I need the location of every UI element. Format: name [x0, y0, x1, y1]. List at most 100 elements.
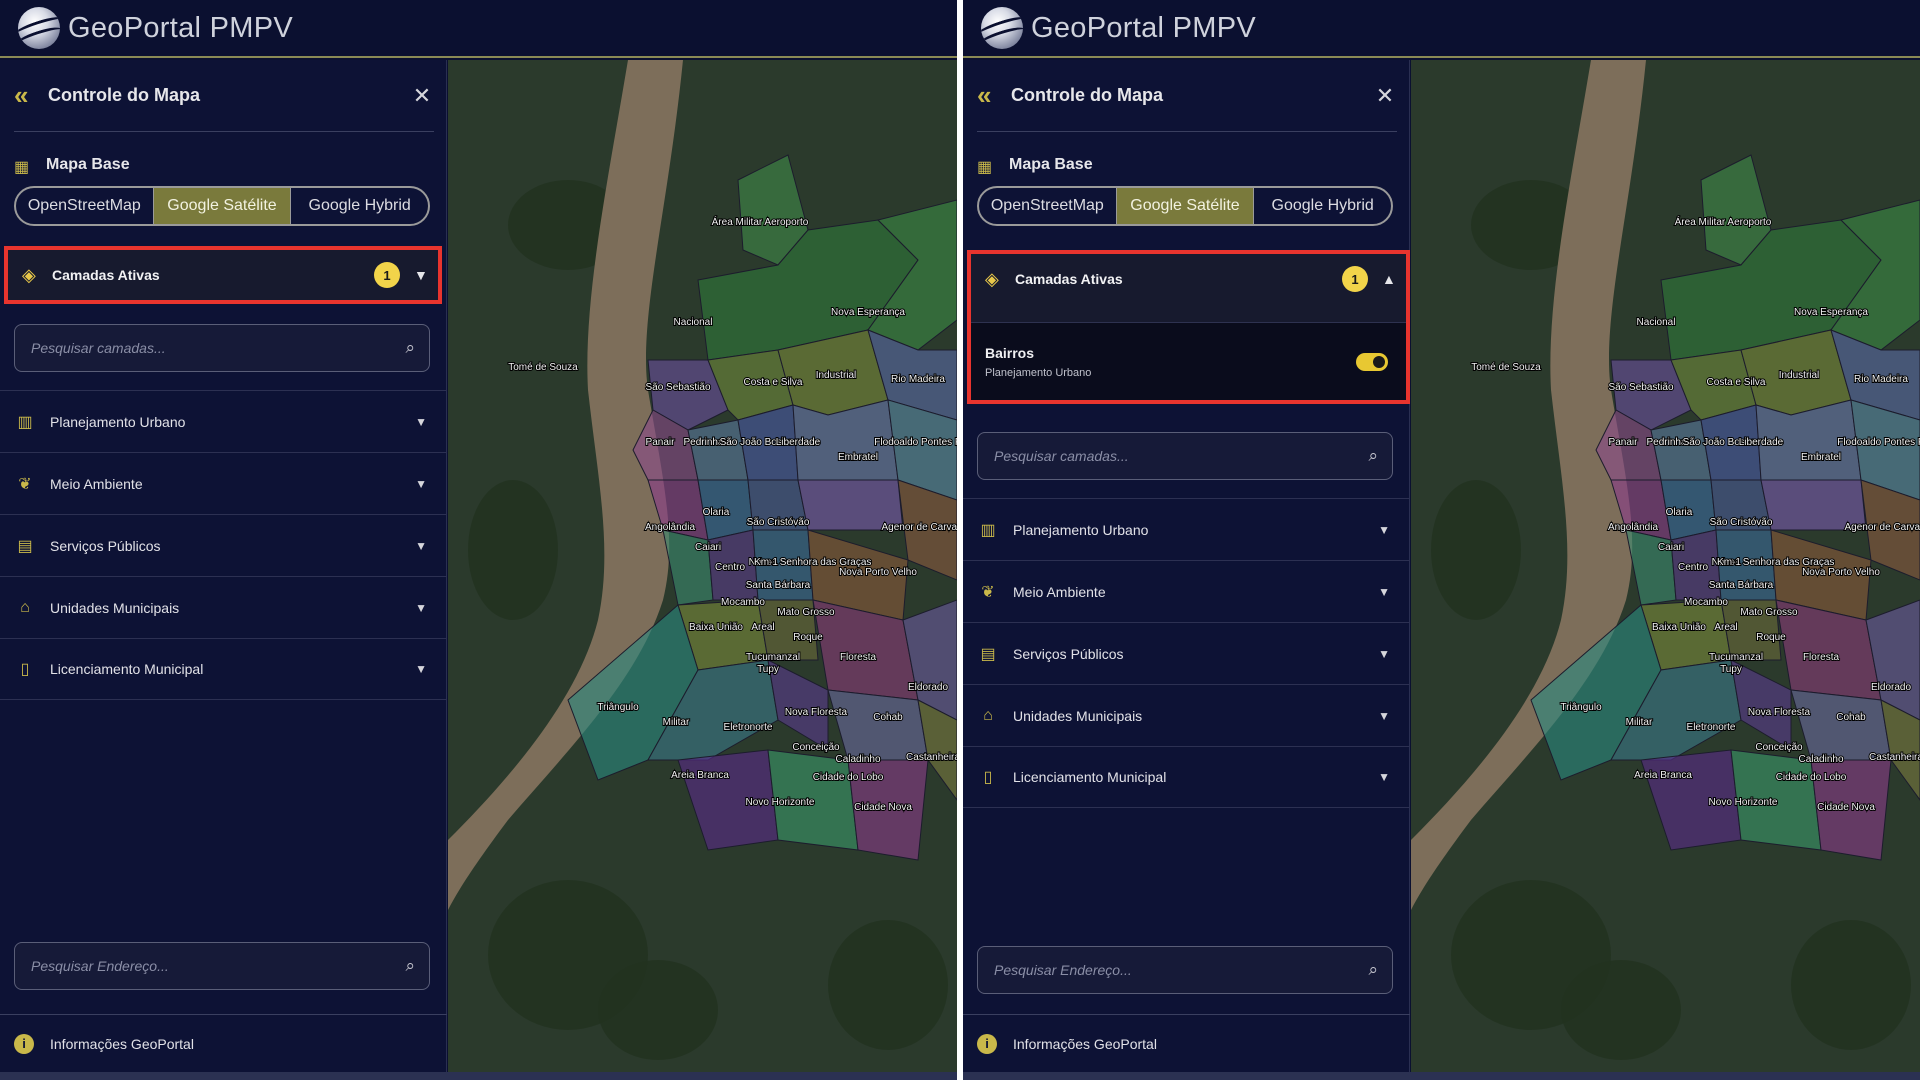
map-place-label: Mato Grosso — [1740, 607, 1798, 618]
city-icon: ▥ — [17, 413, 33, 431]
active-layers-header[interactable]: ◈ Camadas Ativas 1 ▼ — [8, 250, 438, 300]
map-place-label: Mocambo — [721, 597, 765, 608]
category-licenciamento-municipal[interactable]: ▯ Licenciamento Municipal ▼ — [963, 746, 1410, 808]
layers-icon: ◈ — [985, 268, 999, 289]
active-layers-label: Camadas Ativas — [1015, 271, 1123, 287]
layer-search-input[interactable] — [31, 340, 406, 356]
map-place-label: Agenor de Carvalho — [1845, 522, 1920, 533]
globe-logo-icon — [981, 7, 1023, 49]
map-place-label: Nova Floresta — [1748, 707, 1811, 718]
active-layers-header[interactable]: ◈ Camadas Ativas 1 ▲ — [971, 254, 1406, 304]
category-unidades-municipais[interactable]: ⌂ Unidades Municipais ▼ — [0, 576, 447, 638]
map-place-label: Cidade Nova — [854, 802, 912, 813]
layer-search-field: ⌕ — [977, 432, 1393, 480]
map-place-label: Rio Madeira — [1854, 374, 1908, 385]
category-meio-ambiente[interactable]: ❦ Meio Ambiente ▼ — [0, 452, 447, 514]
map-place-label: Santa Bárbara — [1709, 580, 1774, 591]
map-icon: ▦ — [977, 159, 993, 176]
panel-header: « Controle do Mapa ✕ — [14, 60, 434, 132]
map-place-label: Liberdade — [1739, 437, 1784, 448]
map-control-panel: « Controle do Mapa ✕ ▦ Mapa Base OpenStr… — [0, 60, 447, 1072]
map-place-label: Baixa União — [1652, 622, 1706, 633]
info-label: Informações GeoPortal — [50, 1035, 194, 1052]
map-place-label: Tupy — [757, 664, 779, 675]
active-layer-group: Planejamento Urbano — [985, 366, 1092, 379]
category-meio-ambiente[interactable]: ❦ Meio Ambiente ▼ — [963, 560, 1410, 622]
category-servicos-publicos[interactable]: ▤ Serviços Públicos ▼ — [0, 514, 447, 576]
map-view[interactable]: Área Militar Aeroporto Nacional Nova Esper… — [448, 60, 957, 1072]
map-view[interactable]: Área Militar Aeroporto Nacional Nova Esper… — [1411, 60, 1920, 1072]
basemap-option-openstreetmap[interactable]: OpenStreetMap — [979, 188, 1116, 224]
bottom-strip — [0, 1072, 957, 1080]
category-servicos-publicos[interactable]: ▤ Serviços Públicos ▼ — [963, 622, 1410, 684]
satellite-map[interactable]: Área Militar Aeroporto Nacional Nova Esper… — [448, 60, 957, 1072]
close-icon[interactable]: ✕ — [1373, 83, 1397, 109]
layer-search-field: ⌕ — [14, 324, 430, 372]
basemap-option-google-hybrid[interactable]: Google Hybrid — [1254, 188, 1391, 224]
map-place-label: Panair — [646, 437, 676, 448]
basemap-option-google-satelite[interactable]: Google Satélite — [1115, 188, 1255, 224]
category-planejamento-urbano[interactable]: ▥ Planejamento Urbano ▼ — [963, 498, 1410, 560]
address-search-input[interactable] — [994, 962, 1369, 978]
map-place-label: Areia Branca — [1634, 770, 1692, 781]
basemap-section-label: ▦ Mapa Base — [14, 156, 130, 176]
layer-visibility-toggle[interactable] — [1356, 352, 1388, 371]
search-icon[interactable]: ⌕ — [1368, 446, 1378, 466]
collapse-panel-icon[interactable]: « — [977, 80, 1011, 111]
map-place-label: Área Militar Aeroporto — [712, 215, 809, 228]
map-place-label: Eldorado — [1871, 682, 1911, 693]
layer-categories: ▥ Planejamento Urbano ▼ ❦ Meio Ambiente … — [0, 390, 447, 700]
map-place-label: Cidade do Lobo — [813, 772, 884, 783]
map-place-label: Roque — [793, 632, 823, 643]
category-label: Licenciamento Municipal — [1013, 769, 1167, 785]
forest-patch — [598, 960, 718, 1060]
category-label: Licenciamento Municipal — [50, 661, 204, 677]
top-header: GeoPortal PMPV — [0, 0, 957, 58]
map-place-label: Embratel — [838, 452, 878, 463]
search-icon[interactable]: ⌕ — [1368, 960, 1378, 980]
forest-patch — [1431, 480, 1521, 620]
map-place-label: Eldorado — [908, 682, 948, 693]
bank-icon: ⌂ — [20, 598, 30, 616]
map-place-label: Olaria — [703, 507, 730, 518]
map-place-label: Floresta — [1803, 652, 1840, 663]
layer-search-input[interactable] — [994, 448, 1369, 464]
map-place-label: Caiari — [695, 542, 721, 553]
panel-title: Controle do Mapa — [1011, 85, 1163, 105]
category-licenciamento-municipal[interactable]: ▯ Licenciamento Municipal ▼ — [0, 638, 447, 700]
map-place-label: Mocambo — [1684, 597, 1728, 608]
layer-categories: ▥ Planejamento Urbano ▼ ❦ Meio Ambiente … — [963, 498, 1410, 808]
chevron-down-icon: ▼ — [415, 600, 427, 615]
search-icon[interactable]: ⌕ — [405, 956, 415, 976]
collapse-panel-icon[interactable]: « — [14, 80, 48, 111]
satellite-map[interactable]: Área Militar Aeroporto Nacional Nova Esper… — [1411, 60, 1920, 1072]
info-geoportal-link[interactable]: i Informações GeoPortal — [963, 1014, 1410, 1072]
category-unidades-municipais[interactable]: ⌂ Unidades Municipais ▼ — [963, 684, 1410, 746]
info-geoportal-link[interactable]: i Informações GeoPortal — [0, 1014, 447, 1072]
map-place-label: Angolândia — [645, 522, 695, 533]
chevron-up-icon[interactable]: ▲ — [1382, 271, 1406, 287]
chevron-down-icon[interactable]: ▼ — [414, 267, 438, 283]
address-search-field: ⌕ — [977, 946, 1393, 994]
category-label: Meio Ambiente — [1013, 583, 1106, 600]
map-place-label: Área Militar Aeroporto — [1675, 215, 1772, 228]
map-place-label: Angolândia — [1608, 522, 1658, 533]
map-place-label: Mato Grosso — [777, 607, 835, 618]
address-search-input[interactable] — [31, 958, 406, 974]
map-place-label: Conceição — [1755, 742, 1803, 753]
search-icon[interactable]: ⌕ — [405, 338, 415, 358]
map-place-label: Centro — [715, 562, 745, 573]
chevron-down-icon: ▼ — [1378, 708, 1390, 723]
basemap-option-google-hybrid[interactable]: Google Hybrid — [291, 188, 428, 224]
map-place-label: Santa Bárbara — [746, 580, 811, 591]
info-icon: i — [14, 1033, 34, 1054]
map-place-label: Tucumanzal — [746, 652, 800, 663]
close-icon[interactable]: ✕ — [410, 83, 434, 109]
category-label: Meio Ambiente — [50, 475, 143, 492]
basemap-option-google-satelite[interactable]: Google Satélite — [152, 188, 292, 224]
app-title: GeoPortal PMPV — [68, 11, 294, 44]
active-layers-section: ◈ Camadas Ativas 1 ▼ — [4, 246, 442, 304]
category-planejamento-urbano[interactable]: ▥ Planejamento Urbano ▼ — [0, 390, 447, 452]
basemap-option-openstreetmap[interactable]: OpenStreetMap — [16, 188, 153, 224]
map-place-label: Nacional — [674, 317, 713, 328]
